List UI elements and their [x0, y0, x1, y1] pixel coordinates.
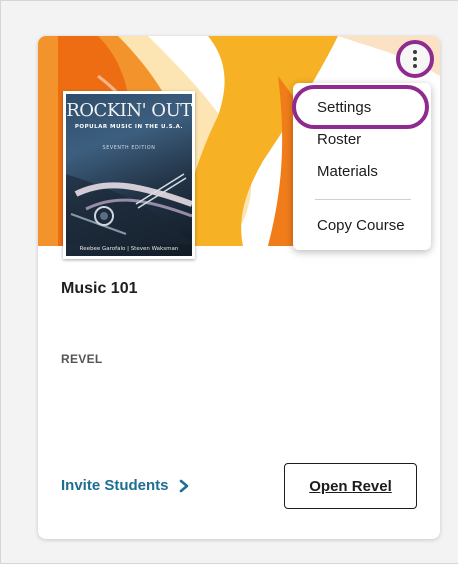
guitar-art — [66, 173, 192, 244]
menu-item-settings[interactable]: Settings — [317, 99, 371, 116]
cover-edition: SEVENTH EDITION — [102, 146, 156, 151]
menu-item-materials[interactable]: Materials — [317, 163, 378, 180]
more-options-button[interactable] — [396, 40, 434, 78]
invite-students-label: Invite Students — [61, 477, 169, 494]
invite-students-link[interactable]: Invite Students — [61, 477, 190, 494]
menu-divider — [315, 199, 411, 200]
chevron-right-icon — [179, 479, 188, 492]
open-revel-button[interactable]: Open Revel — [284, 463, 417, 509]
kebab-icon — [413, 50, 417, 68]
menu-item-roster[interactable]: Roster — [317, 131, 361, 148]
course-options-menu: Settings Roster Materials Copy Course — [292, 83, 431, 250]
course-title: Music 101 — [61, 280, 138, 297]
book-cover: ROCKIN' OUT POPULAR MUSIC IN THE U.S.A. … — [63, 91, 195, 259]
cover-title: ROCKIN' OUT — [66, 100, 192, 121]
menu-item-copy-course[interactable]: Copy Course — [317, 217, 405, 234]
cover-subtitle: POPULAR MUSIC IN THE U.S.A. — [74, 124, 184, 130]
cover-authors: Reebee Garofalo | Steven Waksman — [79, 246, 179, 252]
platform-label: REVEL — [61, 352, 103, 366]
